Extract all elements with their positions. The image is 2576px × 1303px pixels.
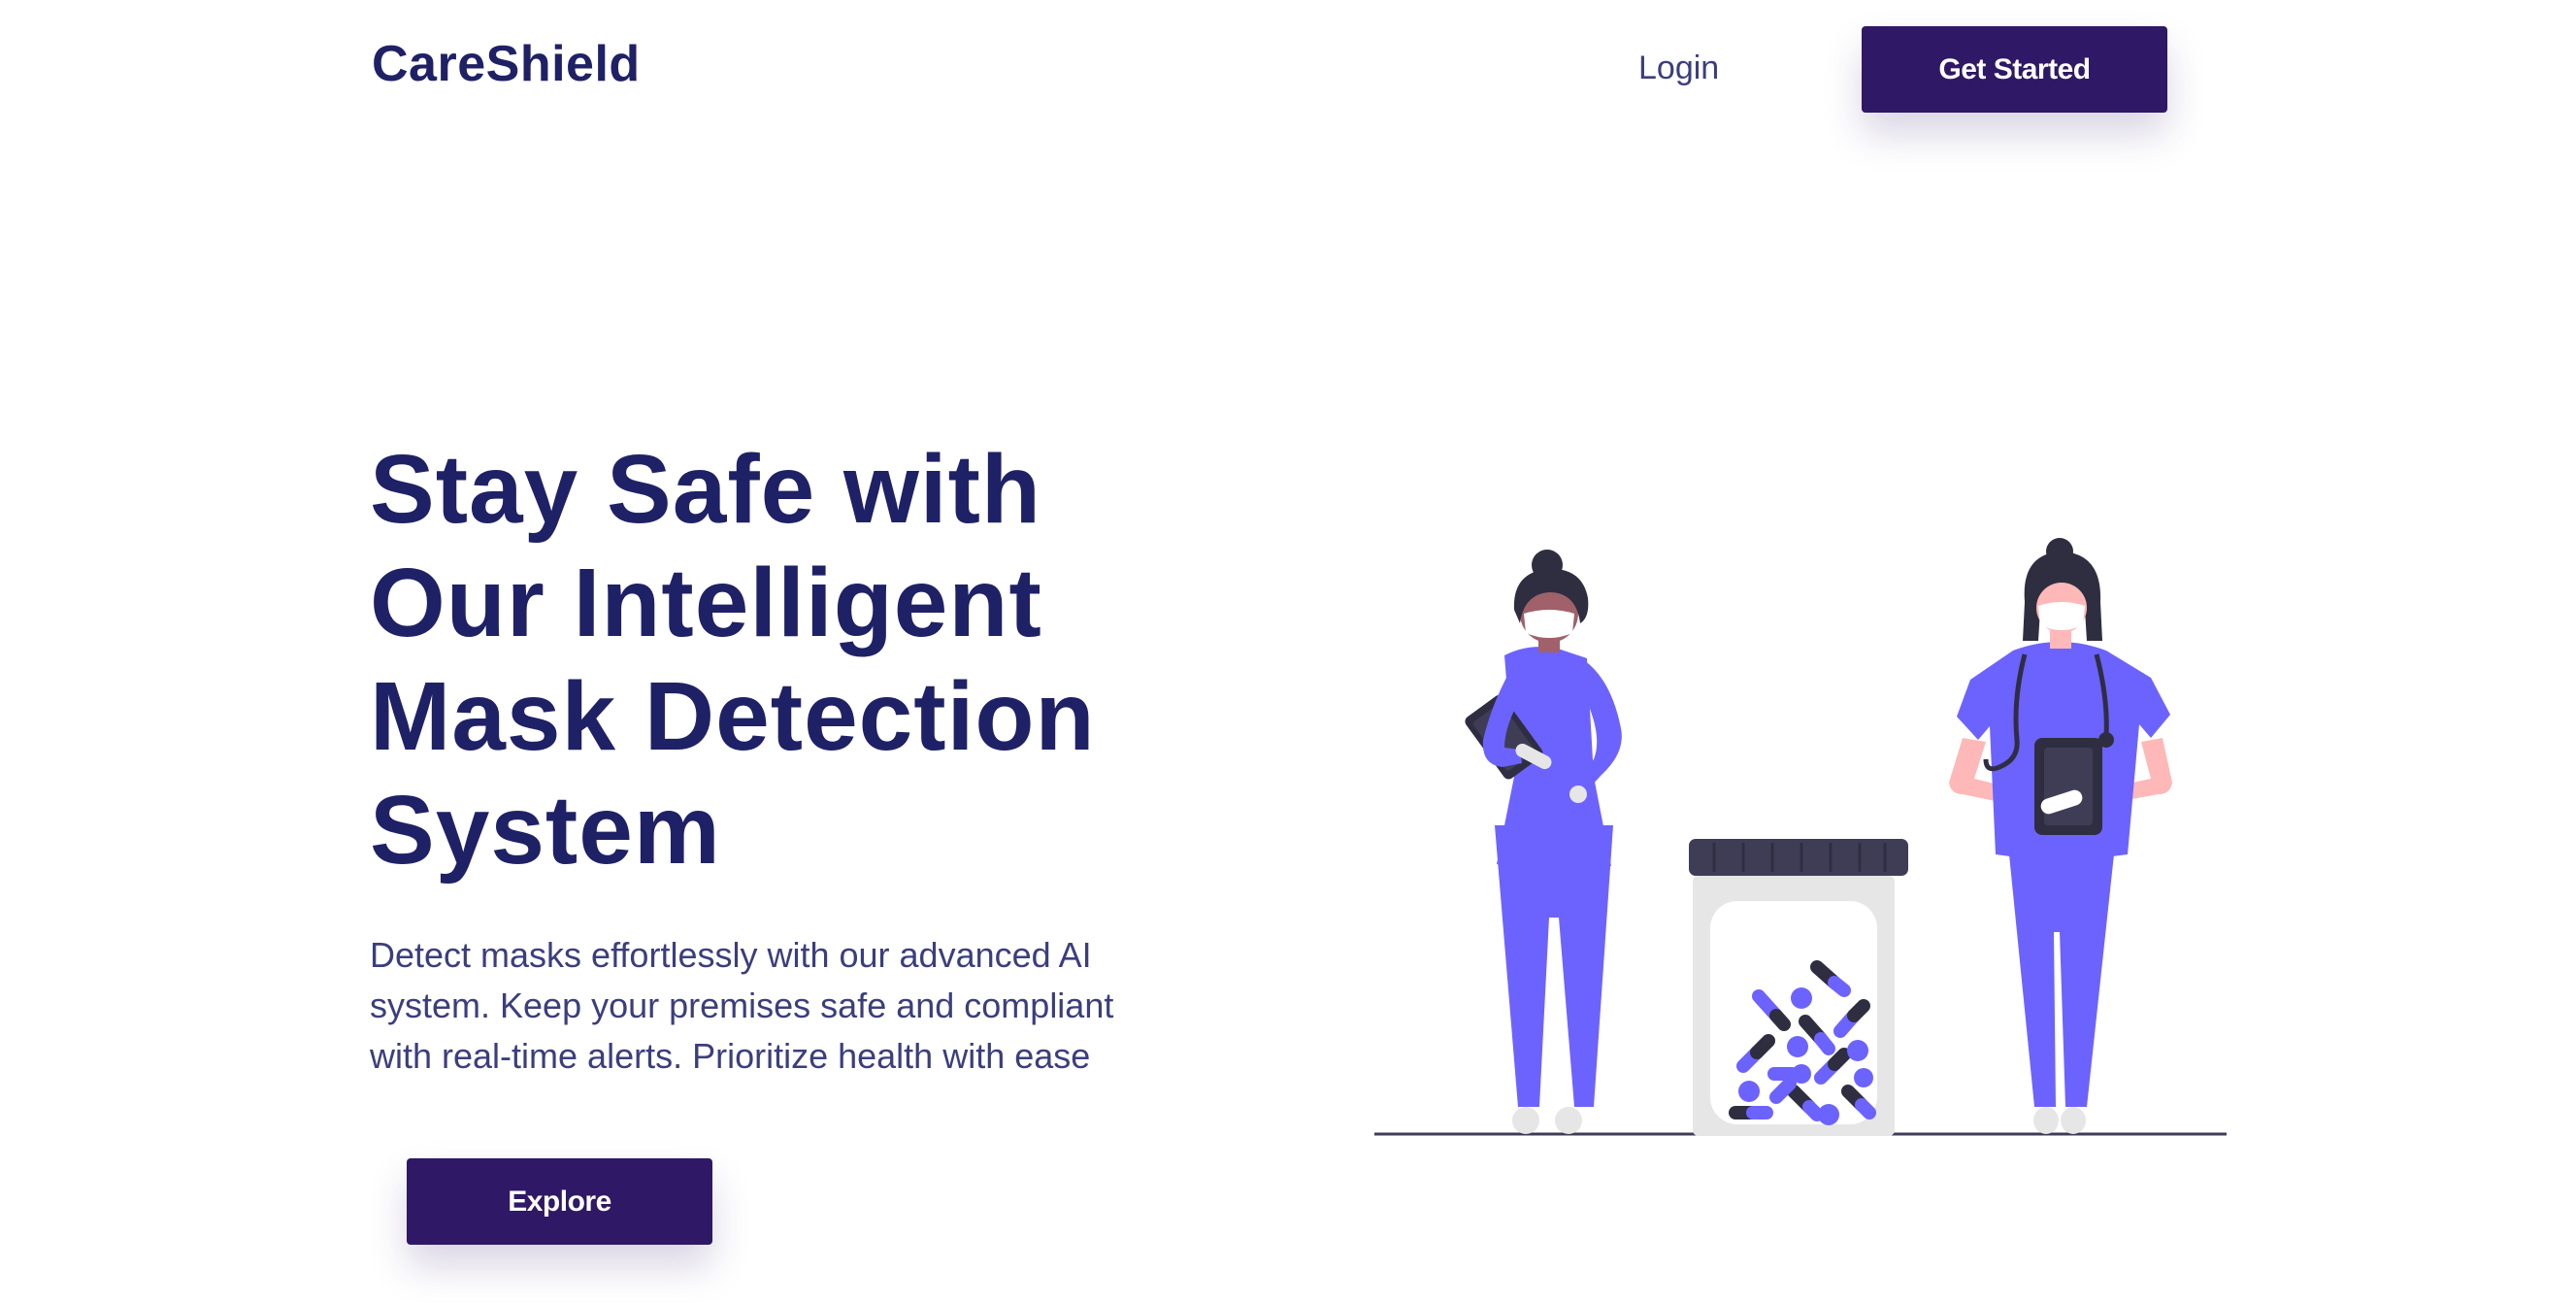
hero-subtitle-line: with real-time alerts. Prioritize health… bbox=[370, 1036, 1091, 1076]
health-worker-with-tablet-icon bbox=[1465, 550, 1622, 1134]
hero-title-line: Stay Safe with bbox=[370, 435, 1041, 544]
health-worker-with-stethoscope-icon bbox=[1949, 538, 2172, 1134]
hero-title: Stay Safe with Our Intelligent Mask Dete… bbox=[370, 433, 1243, 887]
explore-button[interactable]: Explore bbox=[407, 1158, 712, 1245]
hero-illustration bbox=[1374, 538, 2227, 1136]
logo[interactable]: CareShield bbox=[372, 33, 641, 95]
hero-subtitle-line: system. Keep your premises safe and comp… bbox=[370, 986, 1114, 1025]
hero-title-line: Our Intelligent bbox=[370, 549, 1042, 657]
login-link[interactable]: Login bbox=[1638, 41, 1774, 95]
pill-jar-icon bbox=[1689, 839, 1908, 1136]
get-started-button[interactable]: Get Started bbox=[1862, 26, 2167, 113]
hero-title-line: Mask Detection bbox=[370, 662, 1096, 771]
hero-subtitle: Detect masks effortlessly with our advan… bbox=[370, 930, 1205, 1082]
hero-title-line: System bbox=[370, 776, 721, 885]
hero-subtitle-line: Detect masks effortlessly with our advan… bbox=[370, 935, 1092, 975]
